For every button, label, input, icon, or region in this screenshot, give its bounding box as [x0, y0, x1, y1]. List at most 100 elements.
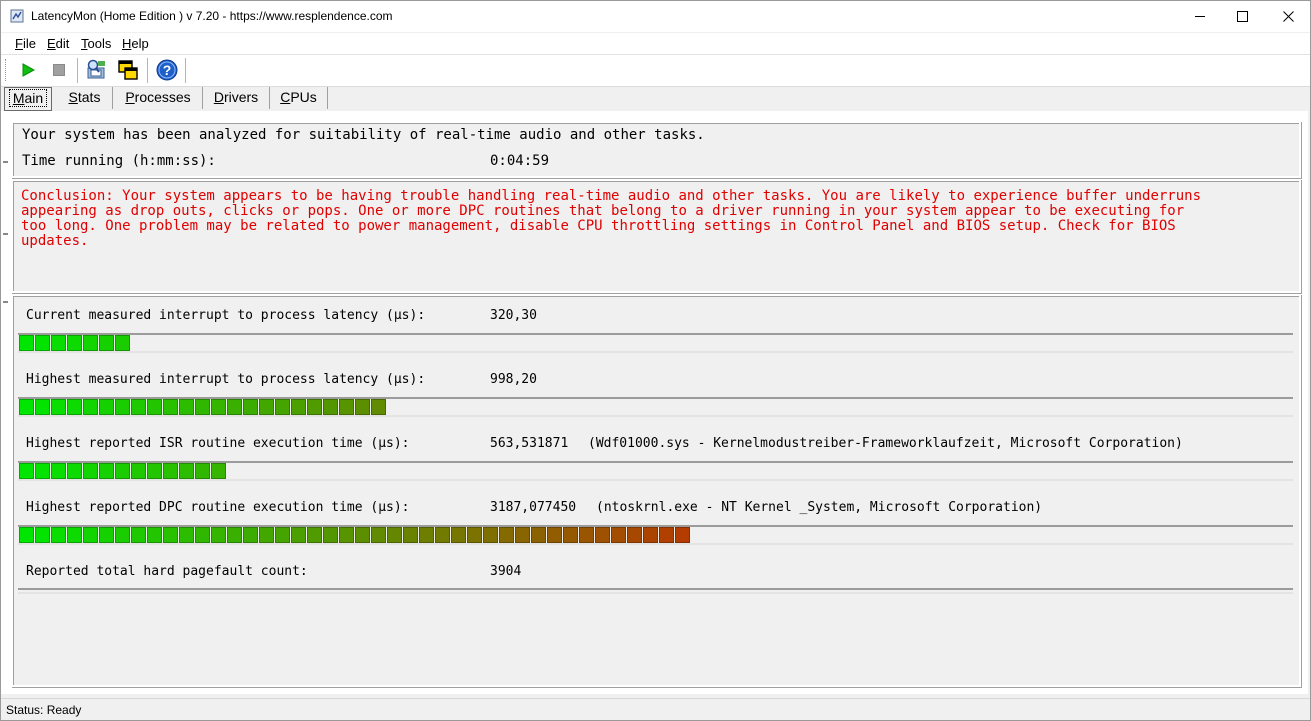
bar-segment: [419, 527, 434, 543]
menu-help[interactable]: Help: [122, 36, 149, 51]
maximize-button[interactable]: [1219, 1, 1265, 32]
time-running-label: Time running (h:mm:ss):: [22, 153, 216, 169]
metric-value: 320,30: [490, 308, 537, 323]
bar-segment: [371, 399, 386, 415]
bar-segment: [67, 527, 82, 543]
bar-segment: [51, 399, 66, 415]
status-text: Status: Ready: [6, 703, 82, 717]
bar-segment: [339, 399, 354, 415]
bar-segment: [483, 527, 498, 543]
tab-strip: Main Stats Processes Drivers CPUs: [1, 86, 1310, 111]
metric-label: Highest reported DPC routine execution t…: [26, 500, 410, 515]
bar-segment: [211, 463, 226, 479]
bar-segment: [259, 527, 274, 543]
tab-stats[interactable]: Stats: [57, 87, 113, 109]
bar-segment: [147, 399, 162, 415]
bar-segment: [19, 463, 34, 479]
bar-segment: [243, 399, 258, 415]
bar-segment: [531, 527, 546, 543]
toolbar-grip[interactable]: [5, 59, 9, 81]
metric-label: Reported total hard pagefault count:: [26, 564, 308, 579]
title-bar[interactable]: LatencyMon (Home Edition ) v 7.20 - http…: [1, 1, 1310, 32]
bar-segment: [147, 463, 162, 479]
minimize-button[interactable]: [1177, 1, 1223, 32]
bar-segment: [563, 527, 578, 543]
help-button[interactable]: ?: [155, 58, 179, 82]
bar-segment: [163, 463, 178, 479]
bar-segment: [115, 463, 130, 479]
window-title: LatencyMon (Home Edition ) v 7.20 - http…: [31, 9, 393, 23]
bar-segment: [307, 527, 322, 543]
bar-segment: [451, 527, 466, 543]
bar-segment: [179, 463, 194, 479]
tab-processes[interactable]: Processes: [114, 87, 203, 109]
bar-segment: [323, 527, 338, 543]
bar-segment: [675, 527, 690, 543]
bar-segment: [435, 527, 450, 543]
summary-panel: Your system has been analyzed for suitab…: [11, 121, 1301, 178]
close-button[interactable]: [1265, 1, 1310, 32]
bar-segment: [67, 463, 82, 479]
bar-segment: [19, 527, 34, 543]
metric-label: Current measured interrupt to process la…: [26, 308, 426, 323]
bar-segment: [243, 527, 258, 543]
toolbar: ?: [1, 55, 1310, 87]
windows-icon: [118, 60, 138, 80]
artifact-mark: [3, 233, 8, 235]
bar-segment: [339, 527, 354, 543]
artifact-mark: [3, 161, 8, 163]
metric-label: Highest reported ISR routine execution t…: [26, 436, 410, 451]
bar-segment: [211, 527, 226, 543]
latency-bar: [18, 397, 1293, 417]
tab-cpus[interactable]: CPUs: [270, 87, 328, 109]
metric-value: 563,531871: [490, 436, 569, 451]
bar-segment: [35, 399, 50, 415]
metric-detail: (ntoskrnl.exe - NT Kernel _System, Micro…: [596, 500, 1043, 515]
time-running-value: 0:04:59: [490, 153, 550, 169]
tab-drivers[interactable]: Drivers: [203, 87, 270, 109]
bar-segment: [659, 527, 674, 543]
menu-file[interactable]: File: [15, 36, 36, 51]
bar-segment: [227, 399, 242, 415]
bar-segment: [99, 399, 114, 415]
bar-segment: [355, 527, 370, 543]
app-window: LatencyMon (Home Edition ) v 7.20 - http…: [0, 0, 1311, 721]
bar-segment: [131, 399, 146, 415]
menu-tools[interactable]: Tools: [81, 36, 111, 51]
bar-segment: [643, 527, 658, 543]
bar-segment: [35, 463, 50, 479]
bar-segment: [163, 399, 178, 415]
bar-segment: [51, 527, 66, 543]
bar-segment: [467, 527, 482, 543]
bar-segment: [195, 399, 210, 415]
menu-edit[interactable]: Edit: [47, 36, 69, 51]
bar-segment: [387, 527, 402, 543]
bar-segment: [627, 527, 642, 543]
bar-segment: [291, 527, 306, 543]
play-icon: [22, 63, 35, 77]
bar-segment: [99, 463, 114, 479]
bar-segment: [611, 527, 626, 543]
toolbar-separator: [147, 58, 149, 83]
bar-segment: [163, 527, 178, 543]
bar-segment: [35, 527, 50, 543]
analyze-button[interactable]: [84, 58, 108, 82]
bar-segment: [67, 399, 82, 415]
bar-segment: [403, 527, 418, 543]
bar-segment: [515, 527, 530, 543]
start-button[interactable]: [16, 58, 40, 82]
bar-segment: [131, 527, 146, 543]
conclusion-text: Conclusion: Your system appears to be ha…: [21, 188, 1202, 249]
bar-segment: [323, 399, 338, 415]
tab-main[interactable]: Main: [4, 87, 52, 111]
windows-button[interactable]: [116, 58, 140, 82]
metric-value: 3187,077450: [490, 500, 577, 515]
maximize-icon: [1236, 11, 1248, 22]
bar-segment: [179, 527, 194, 543]
bar-segment: [131, 463, 146, 479]
bar-segment: [83, 463, 98, 479]
bar-segment: [275, 527, 290, 543]
bar-segment: [83, 335, 98, 351]
stop-button[interactable]: [47, 58, 71, 82]
bar-segment: [19, 399, 34, 415]
